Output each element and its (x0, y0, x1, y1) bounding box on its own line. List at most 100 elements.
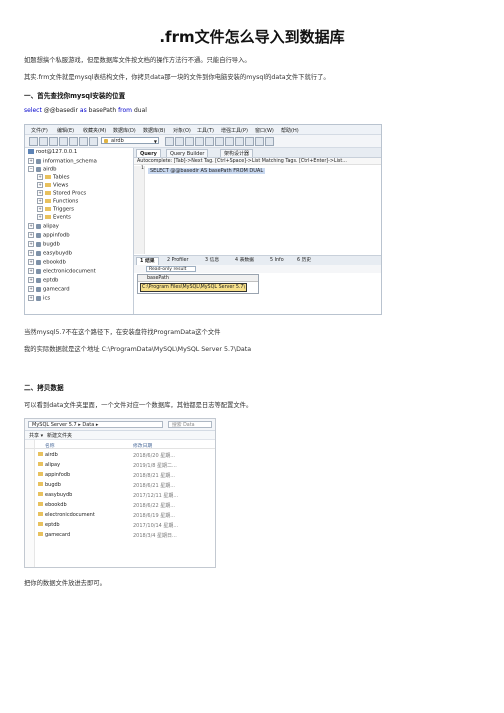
result-mode-select[interactable]: Read-only result (146, 266, 196, 272)
expand-icon[interactable]: + (37, 174, 43, 180)
tree-item[interactable]: + eptdb (28, 277, 58, 285)
tab-table-data[interactable]: 4 表数据 (232, 257, 257, 264)
tab-history[interactable]: 6 历史 (294, 257, 314, 264)
expand-icon[interactable]: + (37, 206, 43, 212)
expand-icon[interactable]: + (37, 182, 43, 188)
menu-objects[interactable]: 对象(O) (173, 127, 191, 134)
list-item[interactable]: airdb 2018/6/20 星期... (25, 450, 215, 459)
menu-tools[interactable]: 工具(T) (197, 127, 214, 134)
new-query-icon[interactable] (49, 137, 58, 146)
tab-schema-designer[interactable]: 架构设计器 (220, 149, 254, 157)
restore-icon[interactable] (205, 137, 214, 146)
refresh-icon[interactable] (255, 137, 264, 146)
tree-item[interactable]: + gamecard (28, 286, 70, 294)
tab-query[interactable]: Query (136, 149, 161, 157)
expand-icon[interactable]: + (37, 214, 43, 220)
result-cell[interactable]: C:\Program Files\MySQL\MySQL Server 5.7\ (140, 283, 248, 292)
tree-item[interactable]: + alipay (28, 223, 59, 231)
menu-window[interactable]: 窗口(W) (255, 127, 274, 134)
expand-icon[interactable]: + (28, 259, 34, 265)
folder-icon (45, 199, 51, 203)
note-paragraph-3: 可以看到data文件夹里面，一个文件对应一个数据库，其他都是日志等配置文件。 (24, 402, 253, 409)
list-item[interactable]: bugdb 2018/6/21 星期... (25, 480, 215, 489)
tree-item[interactable]: + ics (28, 295, 50, 303)
tree-item[interactable]: + bugdb (28, 241, 60, 249)
new-connection-icon[interactable] (29, 137, 38, 146)
tree-root[interactable]: root@127.0.0.1 (28, 149, 77, 157)
list-item[interactable]: ebookdb 2018/6/22 星期... (25, 500, 215, 509)
expand-icon[interactable]: + (28, 268, 34, 274)
tree-item[interactable]: + electronicdocument (28, 268, 96, 276)
expand-icon[interactable]: + (28, 158, 34, 164)
list-item[interactable]: electronicdocument 2018/6/19 星期... (25, 510, 215, 519)
menu-help[interactable]: 帮助(H) (281, 127, 299, 134)
tab-info[interactable]: 5 Info (267, 257, 287, 264)
database-icon (36, 277, 41, 283)
tab-result[interactable]: 1 结果 (136, 257, 159, 265)
column-header-date[interactable]: 修改日期 (133, 442, 152, 449)
table-row[interactable]: C:\Program Files\MySQL\MySQL Server 5.7\ (138, 283, 258, 292)
tree-item[interactable]: + Tables (37, 174, 69, 182)
sql-variable: @@basedir (43, 107, 78, 114)
menu-edit[interactable]: 编辑(E) (57, 127, 74, 134)
list-item[interactable]: gamecard 2018/3/4 星期日... (25, 530, 215, 539)
open-icon[interactable] (59, 137, 68, 146)
tree-item[interactable]: + appinfodb (28, 232, 70, 240)
tree-item[interactable]: + Events (37, 214, 71, 222)
tab-query-builder[interactable]: Query Builder (166, 149, 209, 157)
schema-icon[interactable] (185, 137, 194, 146)
sql-editor[interactable]: 1 SELECT @@basedir AS basePath FROM DUAL (134, 166, 381, 254)
menu-table[interactable]: 数据库(B) (143, 127, 165, 134)
expand-icon[interactable]: + (28, 223, 34, 229)
menu-file[interactable]: 文件(F) (31, 127, 48, 134)
tree-item[interactable]: + Stored Procs (37, 190, 86, 198)
table-icon[interactable] (165, 137, 174, 146)
list-item[interactable]: easybuydb 2017/12/11 星期... (25, 490, 215, 499)
tree-item[interactable]: + ebookdb (28, 259, 66, 267)
search-input[interactable]: 搜索 Data (168, 421, 212, 428)
menu-favorites[interactable]: 收藏夹(M) (83, 127, 106, 134)
execute-icon[interactable] (79, 137, 88, 146)
expand-icon[interactable]: + (28, 250, 34, 256)
folder-name: ebookdb (45, 502, 67, 508)
tab-profiler[interactable]: 2 Profiler (164, 257, 191, 264)
database-selector[interactable]: airdb ▼ (101, 137, 159, 144)
import-icon[interactable] (215, 137, 224, 146)
expand-icon[interactable]: + (28, 286, 34, 292)
path-breadcrumb[interactable]: MySQL Server 5.7 ▸ Data ▸ (28, 421, 163, 428)
settings-icon[interactable] (265, 137, 274, 146)
share-button[interactable]: 共享 ▾ (29, 432, 43, 439)
column-header-name[interactable]: 名称 (45, 442, 55, 449)
view-icon[interactable] (175, 137, 184, 146)
expand-icon[interactable]: + (28, 295, 34, 301)
connect-icon[interactable] (39, 137, 48, 146)
backup-icon[interactable] (195, 137, 204, 146)
sync-icon[interactable] (245, 137, 254, 146)
expand-icon[interactable]: + (28, 232, 34, 238)
expand-icon[interactable]: + (28, 277, 34, 283)
folder-name: easybuydb (45, 492, 73, 498)
tree-item[interactable]: + easybuydb (28, 250, 72, 258)
save-icon[interactable] (69, 137, 78, 146)
list-item[interactable]: alipay 2019/1/8 星期二... (25, 460, 215, 469)
tree-item[interactable]: − airdb (28, 166, 57, 174)
menu-powertools[interactable]: 增强工具(P) (221, 127, 248, 134)
expand-icon[interactable]: + (37, 198, 43, 204)
tree-item[interactable]: + Functions (37, 198, 78, 206)
new-folder-button[interactable]: 新建文件夹 (47, 432, 72, 439)
menu-database[interactable]: 数据库(D) (113, 127, 136, 134)
expand-icon[interactable]: + (37, 190, 43, 196)
stop-icon[interactable] (89, 137, 98, 146)
tree-item[interactable]: + Triggers (37, 206, 74, 214)
user-icon[interactable] (235, 137, 244, 146)
list-item[interactable]: eptdb 2017/10/14 星期... (25, 520, 215, 529)
result-column-header[interactable]: basePath (138, 275, 258, 282)
tab-messages[interactable]: 3 信息 (202, 257, 222, 264)
tree-item[interactable]: + Views (37, 182, 68, 190)
tree-item[interactable]: + information_schema (28, 158, 97, 166)
list-item[interactable]: appinfodb 2018/8/21 星期... (25, 470, 215, 479)
export-icon[interactable] (225, 137, 234, 146)
expand-icon[interactable]: + (28, 241, 34, 247)
database-icon (36, 268, 41, 274)
collapse-icon[interactable]: − (28, 166, 34, 172)
